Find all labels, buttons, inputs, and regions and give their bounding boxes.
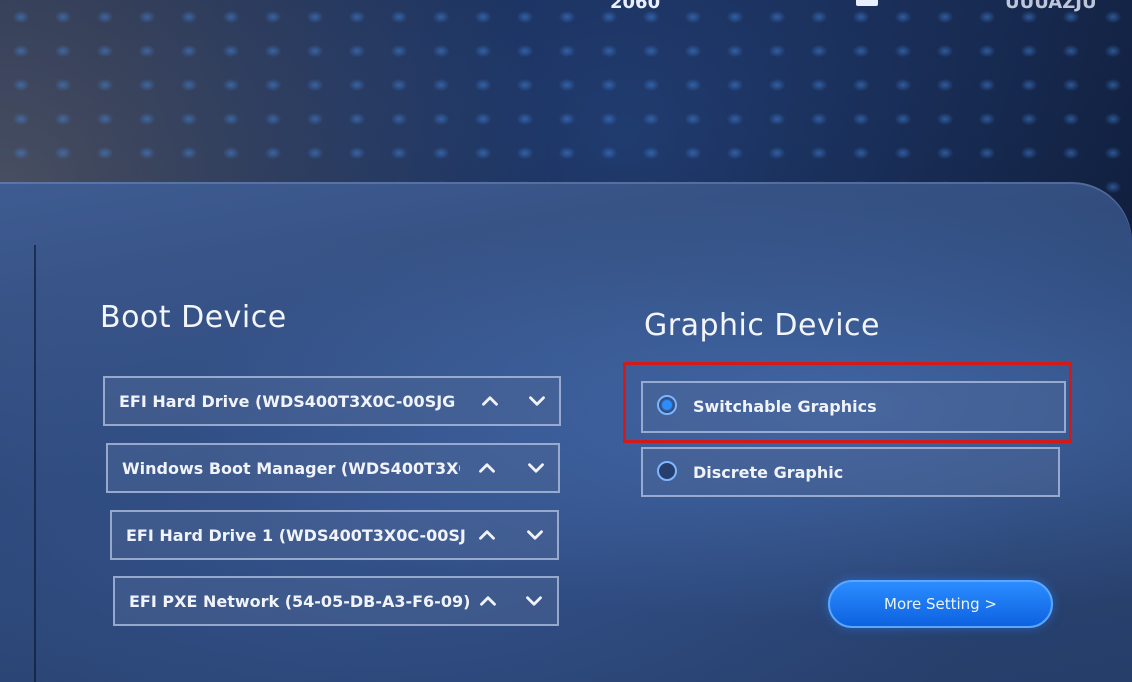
chevron-down-icon[interactable] (524, 388, 550, 414)
radio-selected-icon[interactable] (657, 395, 677, 415)
boot-item[interactable]: EFI Hard Drive (WDS400T3X0C-00SJG (103, 376, 561, 426)
top-year-text: 2060 (610, 0, 661, 13)
boot-item-label: EFI Hard Drive 1 (WDS400T3X0C-00SJ (126, 526, 466, 545)
boot-device-title: Boot Device (100, 300, 287, 335)
boot-item-label: EFI Hard Drive (WDS400T3X0C-00SJG (119, 392, 456, 411)
radio-unselected-icon[interactable] (657, 461, 677, 481)
chevron-up-icon[interactable] (475, 588, 501, 614)
boot-item[interactable]: EFI PXE Network (54-05-DB-A3-F6-09) (113, 576, 559, 626)
top-indicator-icon (856, 0, 878, 6)
boot-item-label: EFI PXE Network (54-05-DB-A3-F6-09) (129, 592, 469, 611)
radio-option-switchable-graphics[interactable]: Switchable Graphics (641, 381, 1066, 433)
more-setting-button[interactable]: More Setting > (828, 580, 1053, 628)
chevron-up-icon[interactable] (474, 522, 500, 548)
top-right-text: UUUAZJU (1005, 0, 1097, 13)
boot-item[interactable]: Windows Boot Manager (WDS400T3X0 (106, 443, 560, 493)
radio-option-label: Discrete Graphic (693, 463, 844, 482)
radio-option-discrete-graphic[interactable]: Discrete Graphic (641, 447, 1060, 497)
chevron-up-icon[interactable] (474, 455, 500, 481)
panel-divider (34, 245, 36, 682)
chevron-down-icon[interactable] (522, 522, 548, 548)
boot-item[interactable]: EFI Hard Drive 1 (WDS400T3X0C-00SJ (110, 510, 559, 560)
boot-item-label: Windows Boot Manager (WDS400T3X0 (122, 459, 460, 478)
chevron-up-icon[interactable] (477, 388, 503, 414)
radio-option-label: Switchable Graphics (693, 397, 877, 416)
chevron-down-icon[interactable] (521, 588, 547, 614)
chevron-down-icon[interactable] (523, 455, 549, 481)
graphic-device-title: Graphic Device (644, 308, 880, 343)
